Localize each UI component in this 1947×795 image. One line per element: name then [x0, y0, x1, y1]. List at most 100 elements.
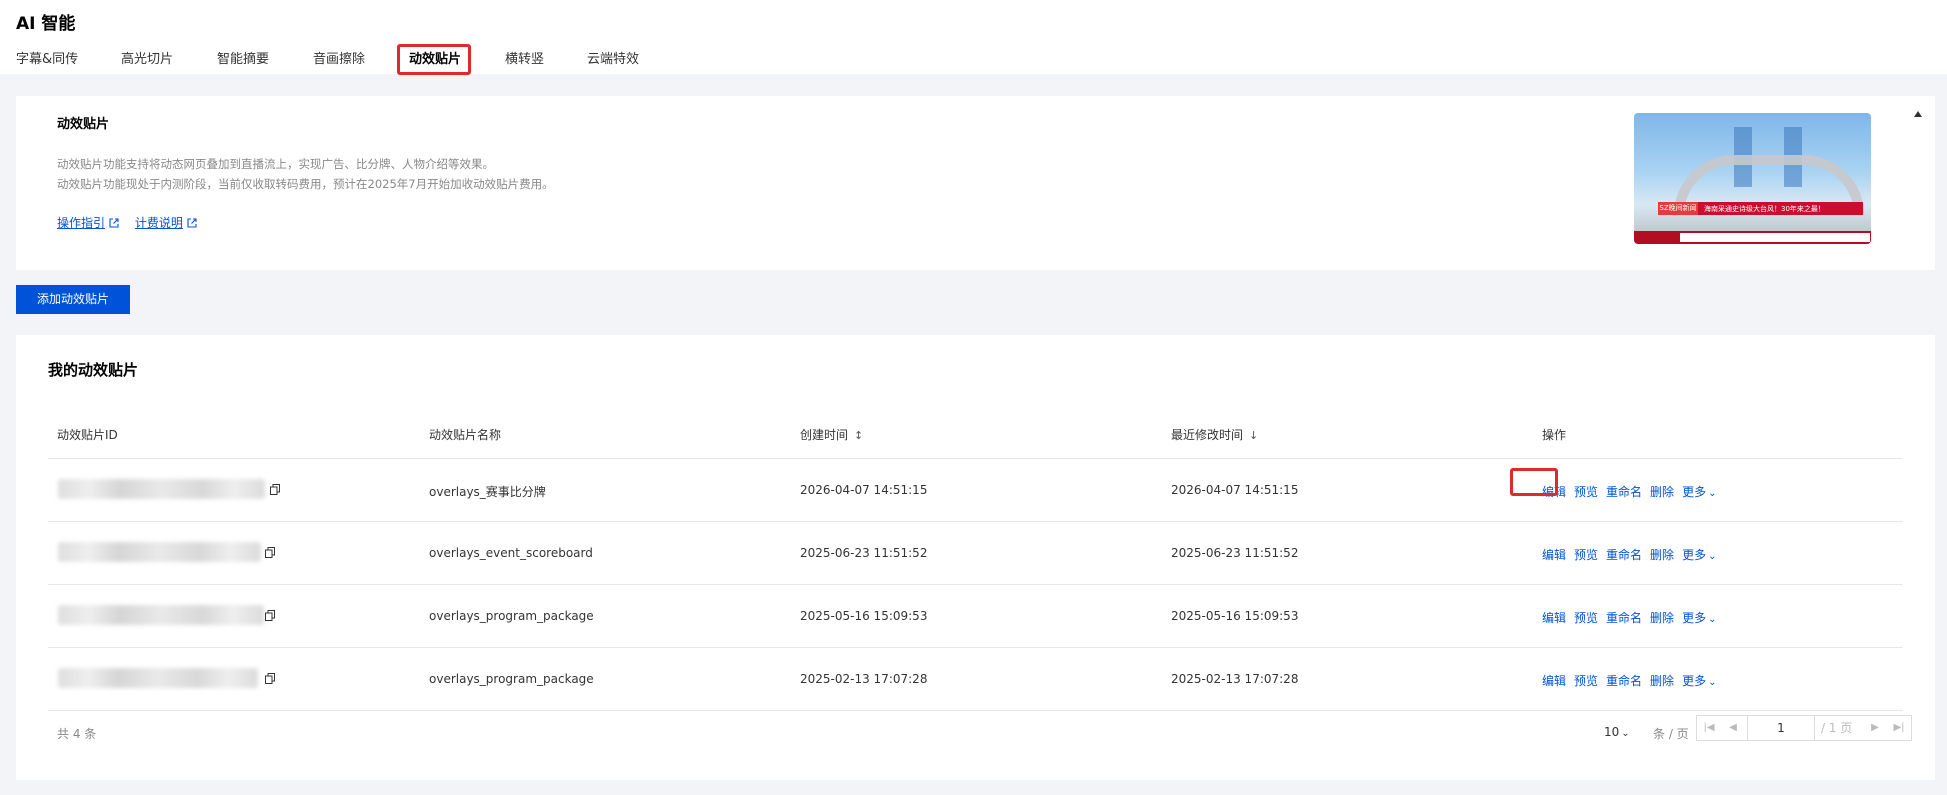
more-label: 更多	[1682, 485, 1707, 499]
prev-page-icon[interactable]: ◀	[1721, 716, 1745, 740]
info-desc-line-2: 动效贴片功能现处于内测阶段，当前仅收取转码费用，预计在2025年7月开始加收动效…	[57, 177, 554, 191]
created-time: 2025-02-13 17:07:28	[800, 672, 928, 686]
thumb-ticker-strip	[1680, 233, 1870, 242]
preview-button[interactable]: 预览	[1574, 548, 1598, 562]
overlay-name: overlays_赛事比分牌	[429, 485, 546, 499]
preview-button[interactable]: 预览	[1574, 485, 1598, 499]
billing-link[interactable]: 计费说明	[135, 216, 197, 230]
more-dropdown[interactable]: 更多 ⌄	[1682, 485, 1716, 499]
column-header-name: 动效贴片名称	[429, 428, 502, 442]
delete-button[interactable]: 删除	[1650, 548, 1674, 562]
page-size-unit: 条 / 页	[1653, 727, 1689, 741]
add-overlay-button[interactable]: 添加动效贴片	[16, 285, 130, 314]
guide-link-label: 操作指引	[57, 216, 106, 230]
last-page-icon[interactable]: ▶|	[1887, 716, 1911, 740]
modified-time: 2026-04-07 14:51:15	[1171, 483, 1299, 497]
edit-button[interactable]: 编辑	[1542, 611, 1566, 625]
edit-button[interactable]: 编辑	[1542, 674, 1566, 688]
table-footer: 共 4 条 10 ⌄ 条 / 页 |◀ ◀ 1 / 1 页 ▶ ▶|	[48, 713, 1912, 753]
more-dropdown[interactable]: 更多 ⌄	[1682, 548, 1716, 562]
redacted-id	[58, 542, 261, 562]
table-header: 动效贴片ID 动效贴片名称 创建时间 ↕ 最近修改时间 ↓ 操作	[48, 409, 1903, 459]
sort-both-icon[interactable]: ↕	[854, 429, 863, 442]
created-time: 2026-04-07 14:51:15	[800, 483, 928, 497]
copy-icon[interactable]	[270, 484, 280, 495]
rename-button[interactable]: 重命名	[1606, 548, 1642, 562]
edit-button[interactable]: 编辑	[1542, 548, 1566, 562]
preview-button[interactable]: 预览	[1574, 611, 1598, 625]
tab-subtitles[interactable]: 字幕&同传	[16, 48, 78, 67]
created-header-label: 创建时间	[800, 428, 849, 442]
edit-button-highlight	[1510, 468, 1558, 496]
chevron-down-icon: ⌄	[1708, 614, 1717, 625]
info-description: 动效贴片功能支持将动态网页叠加到直播流上，实现广告、比分牌、人物介绍等效果。 动…	[57, 154, 554, 194]
total-count: 共 4 条	[57, 727, 97, 741]
overlay-name: overlays_program_package	[429, 672, 594, 686]
tab-summary[interactable]: 智能摘要	[217, 48, 269, 67]
thumb-headline: 海南采通史诗级大台风！30年来之最！	[1704, 205, 1825, 213]
page-size-select[interactable]: 10 ⌄	[1604, 725, 1630, 739]
overlay-list-card: 我的动效贴片 动效贴片ID 动效贴片名称 创建时间 ↕ 最近修改时间 ↓ 操作 ov…	[16, 335, 1935, 780]
redacted-id	[58, 605, 264, 625]
copy-icon[interactable]	[265, 610, 275, 621]
row-actions: 编辑 预览 重命名 删除 更多 ⌄	[1542, 483, 1724, 500]
tab-cloud-effects[interactable]: 云端特效	[587, 48, 639, 67]
row-actions: 编辑 预览 重命名 删除 更多 ⌄	[1542, 609, 1724, 626]
guide-link[interactable]: 操作指引	[57, 216, 119, 230]
rename-button[interactable]: 重命名	[1606, 485, 1642, 499]
chevron-down-icon: ⌄	[1708, 551, 1717, 562]
copy-icon[interactable]	[265, 673, 275, 684]
redacted-id	[58, 668, 258, 688]
created-time: 2025-06-23 11:51:52	[800, 546, 928, 560]
collapse-caret-icon[interactable]	[1914, 111, 1922, 117]
column-header-created[interactable]: 创建时间 ↕	[800, 426, 863, 443]
delete-button[interactable]: 删除	[1650, 485, 1674, 499]
tab-erase[interactable]: 音画擦除	[313, 48, 365, 67]
active-tab-highlight	[397, 44, 471, 75]
redacted-id	[58, 479, 265, 499]
tab-landscape-to-portrait[interactable]: 横转竖	[505, 48, 544, 67]
list-title: 我的动效贴片	[48, 361, 139, 379]
overlay-name: overlays_event_scoreboard	[429, 546, 593, 560]
table-row: overlays_program_package 2025-02-13 17:0…	[48, 648, 1903, 711]
info-card: 动效贴片 动效贴片功能支持将动态网页叠加到直播流上，实现广告、比分牌、人物介绍等…	[16, 96, 1935, 270]
first-page-icon[interactable]: |◀	[1697, 716, 1721, 740]
preview-button[interactable]: 预览	[1574, 674, 1598, 688]
chevron-down-icon: ⌄	[1708, 488, 1717, 499]
delete-button[interactable]: 删除	[1650, 674, 1674, 688]
row-actions: 编辑 预览 重命名 删除 更多 ⌄	[1542, 546, 1724, 563]
page-number-input[interactable]: 1	[1747, 716, 1815, 740]
rename-button[interactable]: 重命名	[1606, 674, 1642, 688]
modified-header-label: 最近修改时间	[1171, 428, 1244, 442]
more-label: 更多	[1682, 674, 1707, 688]
modified-time: 2025-02-13 17:07:28	[1171, 672, 1299, 686]
next-page-icon[interactable]: ▶	[1863, 716, 1887, 740]
page-title: AI 智能	[16, 14, 76, 34]
chevron-down-icon: ⌄	[1621, 728, 1630, 739]
row-actions: 编辑 预览 重命名 删除 更多 ⌄	[1542, 672, 1724, 689]
chevron-down-icon: ⌄	[1708, 677, 1717, 688]
more-dropdown[interactable]: 更多 ⌄	[1682, 674, 1716, 688]
overlay-preview-image: SZ晚间新闻 海南采通史诗级大台风！30年来之最！	[1634, 113, 1871, 244]
billing-link-label: 计费说明	[134, 216, 183, 230]
tab-highlights[interactable]: 高光切片	[121, 48, 173, 67]
rename-button[interactable]: 重命名	[1606, 611, 1642, 625]
overlay-name: overlays_program_package	[429, 609, 594, 623]
info-links: 操作指引 计费说明	[57, 214, 209, 231]
delete-button[interactable]: 删除	[1650, 611, 1674, 625]
overlay-table: 动效贴片ID 动效贴片名称 创建时间 ↕ 最近修改时间 ↓ 操作 overlays_…	[48, 409, 1903, 711]
total-pages: / 1 页	[1821, 721, 1853, 735]
more-label: 更多	[1682, 611, 1707, 625]
copy-icon[interactable]	[265, 547, 275, 558]
more-dropdown[interactable]: 更多 ⌄	[1682, 611, 1716, 625]
thumb-badge: SZ晚间新闻	[1658, 202, 1698, 215]
modified-time: 2025-05-16 15:09:53	[1171, 609, 1299, 623]
created-time: 2025-05-16 15:09:53	[800, 609, 928, 623]
column-header-modified[interactable]: 最近修改时间 ↓	[1171, 426, 1258, 443]
info-desc-line-1: 动效贴片功能支持将动态网页叠加到直播流上，实现广告、比分牌、人物介绍等效果。	[57, 157, 494, 171]
column-header-actions: 操作	[1542, 428, 1567, 442]
sort-desc-icon[interactable]: ↓	[1249, 429, 1258, 442]
modified-time: 2025-06-23 11:51:52	[1171, 546, 1299, 560]
column-header-id: 动效贴片ID	[57, 428, 118, 442]
table-row: overlays_program_package 2025-05-16 15:0…	[48, 585, 1903, 648]
